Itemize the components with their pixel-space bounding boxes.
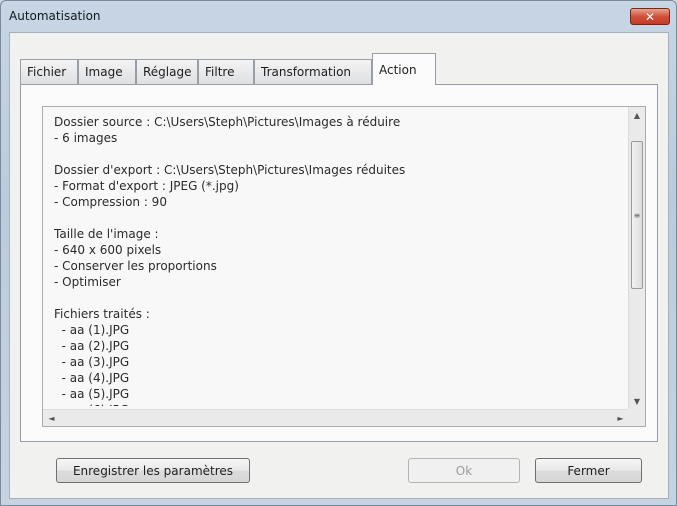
tab-filtre[interactable]: Filtre: [198, 59, 254, 84]
close-button[interactable]: Fermer: [535, 458, 642, 483]
summary-line: Fichiers traités :: [54, 307, 150, 321]
summary-line: [54, 210, 619, 226]
summary-line: [54, 146, 619, 162]
summary-text: Dossier source : C:\Users\Steph\Pictures…: [54, 114, 619, 406]
summary-line: - Optimiser: [54, 275, 121, 289]
summary-line: Taille de l'image :: [54, 227, 159, 241]
tab-label: Image: [85, 65, 123, 79]
tab-panel-action: Dossier source : C:\Users\Steph\Pictures…: [20, 84, 658, 442]
summary-line: - 6 images: [54, 131, 118, 145]
summary-line: - aa (4).JPG: [54, 371, 130, 385]
tab-fichier[interactable]: Fichier: [20, 59, 78, 84]
summary-line: - Compression : 90: [54, 195, 167, 209]
title-bar[interactable]: Automatisation ✕: [1, 1, 676, 31]
button-label: Enregistrer les paramètres: [72, 463, 234, 478]
window-title: Automatisation: [9, 9, 101, 23]
summary-line: - aa (5).JPG: [54, 387, 130, 401]
dialog-client-area: Fichier Image Réglage Filtre Transformat…: [9, 32, 669, 499]
summary-line: [54, 290, 619, 306]
tab-image[interactable]: Image: [78, 59, 136, 84]
summary-line: Dossier d'export : C:\Users\Steph\Pictur…: [54, 163, 406, 177]
scroll-left-arrow-icon[interactable]: ◄: [43, 410, 60, 426]
horizontal-scrollbar[interactable]: ◄ ►: [43, 409, 629, 426]
tab-label: Transformation: [261, 65, 352, 79]
save-parameters-button[interactable]: Enregistrer les paramètres: [56, 458, 250, 483]
button-label: Ok: [455, 463, 473, 478]
tab-reglage[interactable]: Réglage: [136, 59, 198, 84]
summary-line: - aa (6).JPG: [54, 402, 619, 406]
summary-line: - aa (2).JPG: [54, 339, 130, 353]
tab-label: Réglage: [143, 65, 192, 79]
summary-line: - Format d'export : JPEG (*.jpg): [54, 179, 239, 193]
tab-label: Filtre: [205, 65, 235, 79]
summary-textbox[interactable]: Dossier source : C:\Users\Steph\Pictures…: [42, 106, 646, 427]
tab-label: Fichier: [27, 65, 67, 79]
ok-button[interactable]: Ok: [408, 458, 520, 483]
scroll-up-arrow-icon[interactable]: ▲: [629, 107, 645, 124]
scroll-right-arrow-icon[interactable]: ►: [612, 410, 629, 426]
button-label: Fermer: [567, 463, 610, 478]
tab-action[interactable]: Action: [372, 53, 436, 85]
vertical-scrollbar[interactable]: ▲ ≡ ▼: [628, 107, 645, 410]
summary-line: - Conserver les proportions: [54, 259, 217, 273]
grip-icon: ≡: [633, 210, 641, 220]
summary-line: - aa (1).JPG: [54, 323, 130, 337]
scrollbar-corner: [628, 409, 645, 426]
close-icon: ✕: [644, 9, 656, 24]
summary-line: - 640 x 600 pixels: [54, 243, 162, 257]
dialog-window: Automatisation ✕ Fichier Image Réglage F…: [0, 0, 677, 506]
close-window-button[interactable]: ✕: [630, 8, 670, 25]
tab-label: Action: [379, 62, 417, 77]
summary-line: - aa (3).JPG: [54, 355, 130, 369]
summary-line: Dossier source : C:\Users\Steph\Pictures…: [54, 115, 401, 129]
scroll-down-arrow-icon[interactable]: ▼: [629, 393, 645, 410]
vertical-scroll-thumb[interactable]: ≡: [631, 141, 643, 289]
tab-transformation[interactable]: Transformation: [254, 59, 372, 84]
